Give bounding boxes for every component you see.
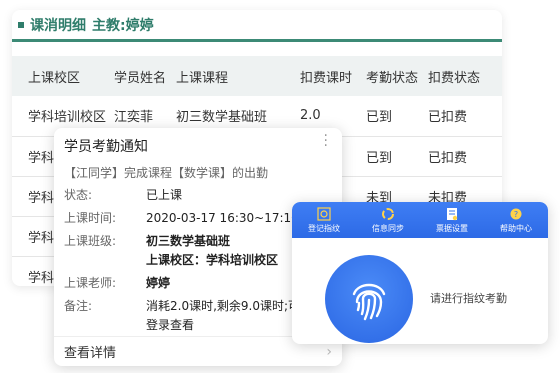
title-marker [18,21,24,28]
campus-name: 上课校区：学科培训校区 [146,253,279,267]
notice-remark-row: 备注: 消耗2.0课时,剩余9.0课时;可 登录查看 [64,297,330,335]
course-detail-header: 课消明细 主教:婷婷 [12,10,502,42]
notice-status-row: 状态: 已上课 [64,186,330,205]
column-header: 学员姓名 [114,70,167,86]
table-header-row: 上课校区 学员姓名 上课课程 扣费课时 考勤状态 扣费状态 [12,56,502,96]
notice-time-row: 上课时间: 2020-03-17 16:30~17:10 [64,209,330,228]
more-options-icon[interactable]: · · · [324,129,328,153]
notice-title: 学员考勤通知 [64,139,148,155]
fingerprint-prompt: 请进行指纹考勤 [430,292,507,305]
teacher-label: 上课老师: [64,276,117,290]
table-cell: 已扣费 [428,136,502,177]
fingerprint-icon [352,283,386,321]
tab-receipt-settings[interactable]: 票据设置 [420,202,484,238]
table-cell: 已扣费 [428,96,502,137]
fingerprint-toolbar: 登记指纹 信息同步 票据设置 ? 帮助中心 [292,202,548,238]
table-cell: 已到 [366,136,428,177]
time-label: 上课时间: [64,211,117,225]
tab-label: 帮助中心 [500,223,532,233]
column-header: 上课课程 [176,70,229,86]
column-header: 扣费状态 [428,70,481,86]
column-header: 考勤状态 [366,70,419,86]
help-icon: ? [510,208,522,219]
column-header: 扣费课时 [300,70,353,86]
class-name: 初三数学基础班 [146,234,231,248]
fingerprint-panel: 登记指纹 信息同步 票据设置 ? 帮助中心 请进行指纹考勤 [292,202,548,344]
tab-register-fingerprint[interactable]: 登记指纹 [292,202,356,238]
tab-sync[interactable]: 信息同步 [356,202,420,238]
course-detail-title: 课消明细 [30,17,86,34]
remark-line-1: 消耗2.0课时,剩余9.0课时;可 [146,299,301,313]
receipt-icon [447,207,458,220]
remark-label: 备注: [64,299,93,313]
remark-line-2: 登录查看 [146,318,195,332]
status-label: 状态: [64,188,93,202]
fingerprint-register-icon [317,206,331,221]
fingerprint-body: 请进行指纹考勤 [292,238,548,344]
tab-help-center[interactable]: ? 帮助中心 [484,202,548,238]
chevron-right-icon: › [326,343,332,360]
column-header: 上课校区 [28,70,81,86]
notice-subtitle: 【江同学】完成课程【数学课】的出勤 [64,166,269,180]
sync-icon [382,207,394,220]
svg-text:?: ? [514,210,518,219]
fingerprint-scan-button[interactable] [325,255,413,343]
view-details-label: 查看详情 [64,346,117,361]
notice-teacher-row: 上课老师: 婷婷 [64,274,330,293]
class-label: 上课班级: [64,234,117,248]
tab-label: 信息同步 [372,223,404,233]
notice-class-row: 上课班级: 初三数学基础班 上课校区：学科培训校区 [64,232,330,270]
tab-label: 登记指纹 [308,223,340,233]
table-cell: 已到 [366,96,428,137]
teacher-label: 主教:婷婷 [92,17,154,34]
tab-label: 票据设置 [436,223,468,233]
